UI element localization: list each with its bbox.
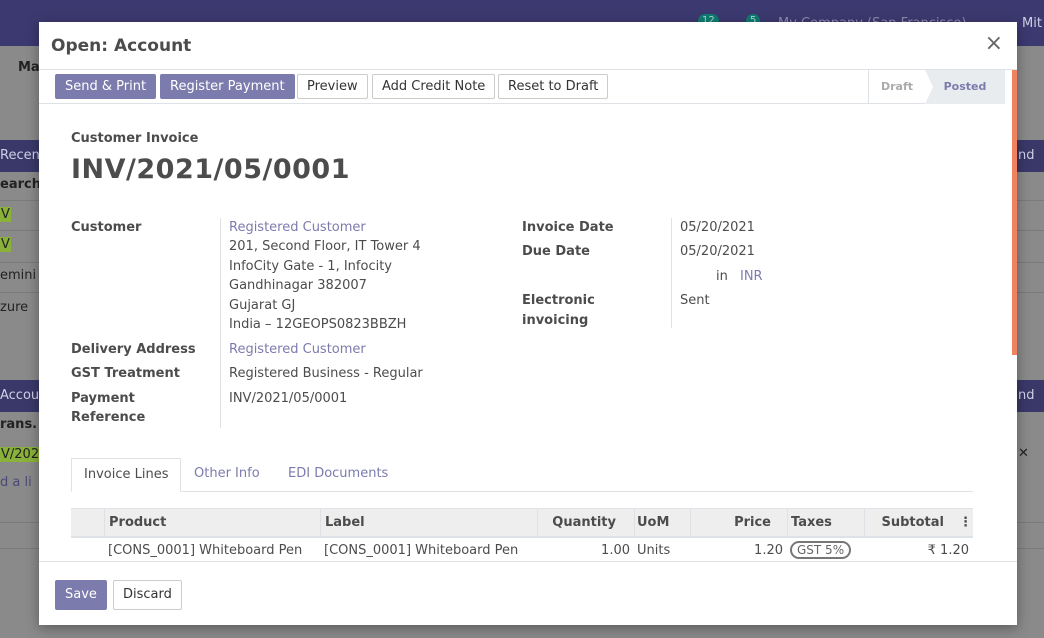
tab-edi-documents[interactable]: EDI Documents (276, 458, 400, 492)
stage-arrow (925, 70, 933, 104)
stage-posted[interactable]: Posted (925, 70, 1005, 104)
notebook-tabs: Invoice Lines Other Info EDI Documents (71, 458, 973, 492)
customer-link[interactable]: Registered Customer (229, 220, 366, 235)
document-type: Customer Invoice (71, 131, 199, 146)
column-label[interactable]: Label (320, 509, 537, 537)
payment-reference-label: Reference (71, 410, 146, 425)
invoice-dialog: Open: Account × Send & Print Register Pa… (39, 22, 1017, 625)
bg-band-right: nd (1018, 148, 1035, 163)
bg-band-label: Accou (0, 388, 40, 403)
address-line: Gandhinagar 382007 (229, 278, 367, 293)
column-uom[interactable]: UoM (634, 509, 690, 537)
currency-in-text: in (716, 269, 728, 284)
scrollbar-thumb[interactable] (1012, 70, 1017, 355)
close-icon[interactable]: × (985, 32, 1003, 56)
bg-label: Ma (18, 60, 40, 75)
bg-col: earch (0, 177, 41, 192)
tax-badge[interactable]: GST 5% (790, 541, 852, 559)
column-product[interactable]: Product (104, 509, 320, 537)
delivery-address-label: Delivery Address (71, 342, 196, 357)
bg-close-icon: ✕ (1018, 446, 1029, 461)
tab-invoice-lines[interactable]: Invoice Lines (71, 458, 182, 492)
address-line: India – 12GEOPS0823BBZH (229, 317, 407, 332)
save-button[interactable]: Save (55, 580, 107, 610)
line-quantity[interactable]: 1.00 (537, 538, 630, 561)
column-subtotal[interactable]: Subtotal (864, 509, 958, 537)
electronic-invoicing-label: Electronic (522, 293, 595, 308)
address-line: Gujarat GJ (229, 298, 296, 313)
line-product[interactable]: [CONS_0001] Whiteboard Pen (108, 538, 302, 561)
dialog-header: Open: Account × (39, 22, 1017, 70)
line-uom[interactable]: Units (637, 538, 670, 561)
dialog-body[interactable]: Send & Print Register Payment Preview Ad… (39, 70, 1017, 561)
line-subtotal: ₹ 1.20 (927, 543, 969, 558)
discard-button[interactable]: Discard (113, 580, 182, 610)
payment-reference-label: Payment (71, 391, 135, 406)
gst-treatment-value[interactable]: Registered Business - Regular (229, 366, 423, 381)
user-name: Mit (1022, 16, 1042, 31)
dialog-title: Open: Account (51, 36, 192, 56)
preview-button[interactable]: Preview (297, 74, 368, 99)
bg-row: V (0, 237, 11, 252)
table-row[interactable]: [CONS_0001] Whiteboard Pen [CONS_0001] W… (71, 538, 973, 561)
form-statusbar: Send & Print Register Payment Preview Ad… (39, 70, 1005, 104)
register-payment-button[interactable]: Register Payment (160, 74, 295, 99)
tab-other-info[interactable]: Other Info (182, 458, 272, 492)
stage-draft[interactable]: Draft (868, 70, 925, 104)
due-date-label: Due Date (522, 244, 590, 259)
electronic-invoicing-label: invoicing (522, 313, 589, 328)
column-quantity[interactable]: Quantity (537, 509, 634, 537)
electronic-invoicing-value: Sent (680, 293, 710, 308)
add-credit-note-button[interactable]: Add Credit Note (372, 74, 496, 99)
address-line: InfoCity Gate - 1, Infocity (229, 259, 392, 274)
bg-col: rans. (0, 417, 38, 432)
send-print-button[interactable]: Send & Print (55, 74, 157, 99)
bg-row: emini (0, 268, 37, 283)
form-sheet: Customer Invoice INV/2021/05/0001 Custom… (39, 104, 1005, 561)
reset-to-draft-button[interactable]: Reset to Draft (498, 74, 609, 99)
bg-add-line: d a li (0, 475, 32, 490)
line-price[interactable]: 1.20 (690, 538, 783, 561)
gst-treatment-label: GST Treatment (71, 366, 180, 381)
line-label[interactable]: [CONS_0001] Whiteboard Pen (324, 538, 518, 561)
address-line: 201, Second Floor, IT Tower 4 (229, 239, 421, 254)
invoice-date-value[interactable]: 05/20/2021 (680, 220, 755, 235)
invoice-date-label: Invoice Date (522, 220, 614, 235)
delivery-address-link[interactable]: Registered Customer (229, 342, 366, 357)
currency-link[interactable]: INR (740, 269, 763, 284)
payment-reference-value[interactable]: INV/2021/05/0001 (229, 391, 347, 406)
column-taxes[interactable]: Taxes (787, 509, 864, 537)
column-price[interactable]: Price (690, 509, 787, 537)
dialog-footer: Save Discard (39, 561, 1017, 625)
bg-band-right: nd (1018, 388, 1035, 403)
optional-columns-icon[interactable]: ⋮ (958, 509, 973, 537)
bg-row: zure (0, 300, 29, 315)
invoice-number: INV/2021/05/0001 (71, 154, 350, 185)
bg-row: V/202 (0, 447, 41, 462)
lines-table-header: Product Label Quantity UoM Price Taxes S… (71, 508, 973, 538)
due-date-value[interactable]: 05/20/2021 (680, 244, 755, 259)
bg-row: V (0, 207, 11, 222)
customer-label: Customer (71, 220, 142, 235)
